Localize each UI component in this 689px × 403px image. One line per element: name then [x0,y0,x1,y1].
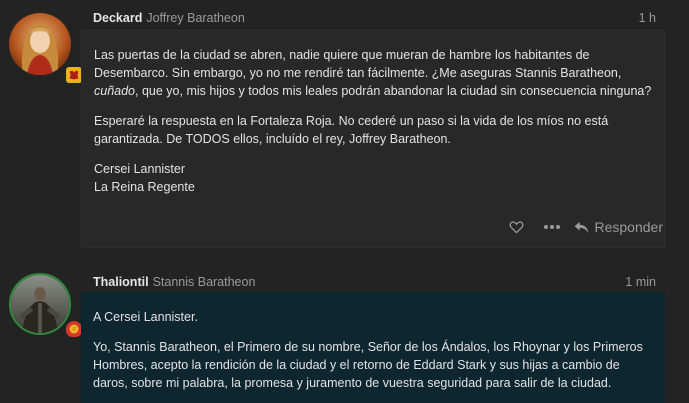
avatar-container [9,273,82,337]
post-body: Las puertas de la ciudad se abren, nadie… [81,30,665,248]
heart-icon [509,221,523,234]
flair-icon [66,321,82,337]
reply-button[interactable]: Responder [574,219,664,235]
user-fullname: Stannis Baratheon [152,275,256,289]
signature-title: La Reina Regente [94,180,195,194]
post-meta: Thaliontil Stannis Baratheon [93,275,255,291]
avatar-container [9,13,82,83]
post-time[interactable]: 1 min [625,275,656,289]
post-body-highlighted: A Cersei Lannister. Yo, Stannis Baratheo… [81,292,665,403]
post-paragraph: A Cersei Lannister. [93,310,198,324]
reply-label: Responder [594,219,664,235]
reply-arrow-icon [574,221,588,233]
flair-icon [66,67,82,83]
post-meta: Deckard Joffrey Baratheon [93,11,245,27]
avatar[interactable] [9,13,71,75]
user-fullname: Joffrey Baratheon [146,11,245,25]
post-deckard: Deckard Joffrey Baratheon 1 h Las puertas… [0,0,689,258]
post-paragraph: Yo, Stannis Baratheon, el Primero de su … [93,340,643,390]
username[interactable]: Thaliontil [93,275,149,289]
post-thaliontil: Thaliontil Stannis Baratheon 1 min A Cers… [0,262,689,403]
like-button[interactable] [509,220,524,234]
post-actions: Responder [509,218,664,236]
avatar[interactable] [9,273,71,335]
username[interactable]: Deckard [93,11,142,25]
more-button[interactable] [543,224,560,230]
signature-name: Cersei Lannister [94,162,186,176]
post-paragraph: Esperaré la respuesta en la Fortaleza Ro… [94,114,609,146]
ellipsis-icon [543,225,560,229]
post-paragraph: Las puertas de la ciudad se abren, nadie… [94,48,652,98]
post-time[interactable]: 1 h [639,11,656,25]
